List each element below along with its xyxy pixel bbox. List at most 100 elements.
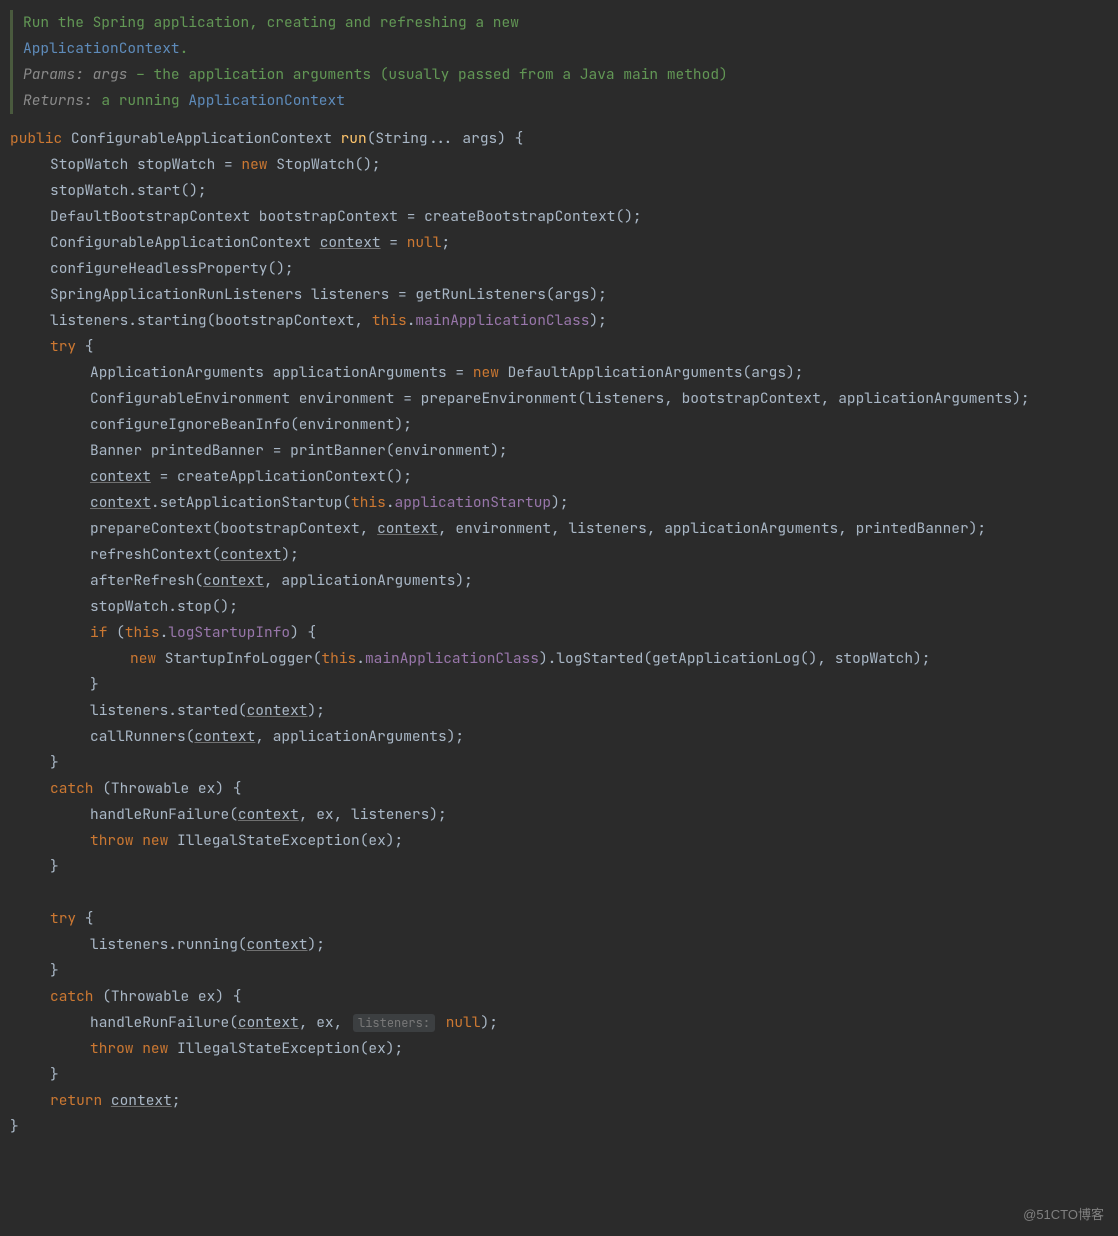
code-text [102,1091,111,1110]
code-line[interactable]: handleRunFailure(context, ex, listeners:… [10,1010,1108,1036]
keyword-null: null [407,233,442,252]
code-line[interactable]: configureHeadlessProperty(); [10,256,1108,282]
code-text: IllegalStateException(ex); [168,1039,403,1058]
code-text: ; [442,233,451,252]
code-line[interactable]: throw new IllegalStateException(ex); [10,1036,1108,1062]
code-text: stopWatch.start(); [50,181,207,200]
field-mainapplicationclass: mainApplicationClass [365,649,539,668]
code-line[interactable]: } [10,958,1108,984]
code-text: , ex, listeners); [299,805,447,824]
code-line[interactable]: } [10,1114,1108,1140]
keyword-new: new [473,363,499,382]
code-text: stopWatch.stop(); [90,597,238,616]
code-text: DefaultApplicationArguments(args); [499,363,804,382]
code-line[interactable]: Banner printedBanner = printBanner(envir… [10,438,1108,464]
code-line[interactable]: new StartupInfoLogger(this.mainApplicati… [10,646,1108,672]
code-line[interactable]: ConfigurableApplicationContext context =… [10,230,1108,256]
code-text: ); [481,1013,498,1032]
keyword-new: new [241,155,267,174]
field-logstartupinfo: logStartupInfo [168,623,290,642]
code-text: StopWatch(); [268,155,381,174]
code-line[interactable]: } [10,672,1108,698]
code-line[interactable]: try { [10,334,1108,360]
keyword-throw-new: throw new [90,1039,168,1058]
code-text: } [10,1117,19,1136]
code-line[interactable]: stopWatch.start(); [10,178,1108,204]
doc-period: . [180,39,189,58]
code-line[interactable]: listeners.starting(bootstrapContext, thi… [10,308,1108,334]
code-line[interactable]: StopWatch stopWatch = new StopWatch(); [10,152,1108,178]
doc-summary: Run the Spring application, creating and… [23,13,519,32]
keyword-new: new [130,649,156,668]
var-context: context [90,467,151,486]
code-line[interactable]: prepareContext(bootstrapContext, context… [10,516,1108,542]
code-line[interactable]: refreshContext(context); [10,542,1108,568]
code-line[interactable]: afterRefresh(context, applicationArgumen… [10,568,1108,594]
code-line[interactable]: return context; [10,1088,1108,1114]
doc-param-desc: – the application arguments (usually pas… [127,65,727,84]
code-text: } [90,675,99,694]
code-text: refreshContext( [90,545,221,564]
keyword-try: try [50,909,76,928]
code-line[interactable]: context.setApplicationStartup(this.appli… [10,490,1108,516]
code-text: , applicationArguments); [264,571,473,590]
code-line[interactable]: context = createApplicationContext(); [10,464,1108,490]
doc-link-applicationcontext[interactable]: ApplicationContext [23,39,180,58]
keyword-null: null [446,1013,481,1032]
code-line[interactable]: DefaultBootstrapContext bootstrapContext… [10,204,1108,230]
code-line[interactable]: try { [10,906,1108,932]
code-text: configureHeadlessProperty(); [50,259,294,278]
code-line[interactable]: } [10,750,1108,776]
code-text: ); [281,545,298,564]
code-text: ( [107,623,124,642]
var-context: context [377,519,438,538]
code-line[interactable]: SpringApplicationRunListeners listeners … [10,282,1108,308]
doc-returns-link[interactable]: ApplicationContext [188,91,345,110]
code-text: StartupInfoLogger( [156,649,321,668]
code-text: ) { [290,623,316,642]
doc-param-name: args [93,65,128,84]
keyword-throw-new: throw new [90,831,168,850]
var-context: context [90,493,151,512]
var-context: context [238,1013,299,1032]
var-context: context [194,727,255,746]
code-line[interactable]: listeners.started(context); [10,698,1108,724]
code-line[interactable]: } [10,854,1108,880]
code-line[interactable]: catch (Throwable ex) { [10,776,1108,802]
keyword-this: this [321,649,356,668]
code-text: ); [308,935,325,954]
code-text: } [50,857,59,876]
code-text: handleRunFailure( [90,805,238,824]
code-line[interactable]: callRunners(context, applicationArgument… [10,724,1108,750]
code-line[interactable]: public ConfigurableApplicationContext ru… [10,126,1108,152]
code-text: = [381,233,407,252]
code-line[interactable]: ConfigurableEnvironment environment = pr… [10,386,1108,412]
code-line[interactable]: throw new IllegalStateException(ex); [10,828,1108,854]
code-line[interactable]: } [10,1062,1108,1088]
code-text: = createApplicationContext(); [151,467,412,486]
var-context: context [320,233,381,252]
method-run: run [341,129,367,148]
code-text: DefaultBootstrapContext bootstrapContext… [50,207,642,226]
code-text: Banner printedBanner = printBanner(envir… [90,441,508,460]
code-line[interactable]: if (this.logStartupInfo) { [10,620,1108,646]
var-context: context [247,701,308,720]
keyword-if: if [90,623,107,642]
code-text: (Throwable ex) { [94,987,242,1006]
code-line[interactable]: configureIgnoreBeanInfo(environment); [10,412,1108,438]
code-text: , environment, listeners, applicationArg… [438,519,986,538]
javadoc-block: Run the Spring application, creating and… [10,10,1108,114]
keyword-public: public [10,129,62,148]
code-line[interactable]: listeners.running(context); [10,932,1108,958]
code-text: prepareContext(bootstrapContext, [90,519,377,538]
doc-params-label: Params: [23,65,84,84]
code-text: { [76,337,93,356]
code-line[interactable]: catch (Throwable ex) { [10,984,1108,1010]
watermark: @51CTO博客 [1023,1202,1104,1228]
code-line[interactable]: handleRunFailure(context, ex, listeners)… [10,802,1108,828]
code-line[interactable]: ApplicationArguments applicationArgument… [10,360,1108,386]
code-text: ConfigurableEnvironment environment = pr… [90,389,1030,408]
code-line[interactable]: stopWatch.stop(); [10,594,1108,620]
code-text: . [356,649,365,668]
code-editor[interactable]: Run the Spring application, creating and… [0,0,1118,1160]
